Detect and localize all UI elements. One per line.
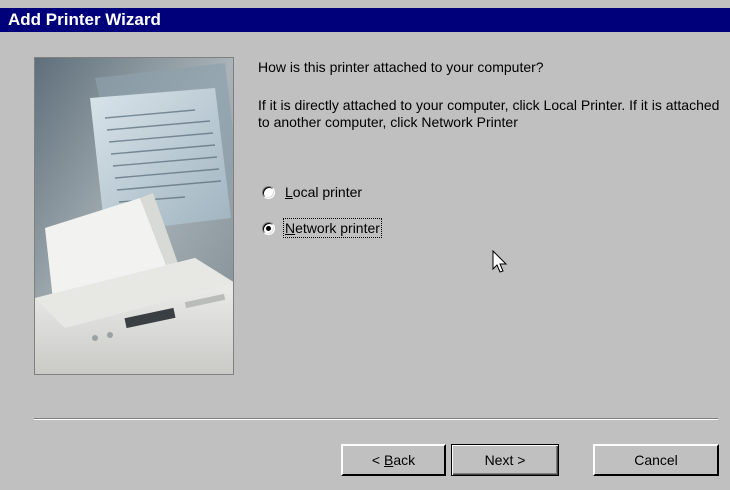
cancel-button[interactable]: Cancel <box>593 444 719 476</box>
network-printer-option[interactable]: Network printer <box>262 218 382 238</box>
printer-illustration <box>34 57 234 375</box>
back-button[interactable]: < Back <box>341 444 446 476</box>
network-printer-label[interactable]: Network printer <box>283 218 382 238</box>
attachment-description: If it is directly attached to your compu… <box>258 97 720 130</box>
network-printer-radio[interactable] <box>262 221 275 235</box>
local-printer-radio[interactable] <box>262 185 275 199</box>
local-printer-label[interactable]: Local printer <box>285 184 362 200</box>
title-bar[interactable]: Add Printer Wizard <box>0 8 730 32</box>
mouse-cursor-icon <box>492 249 508 279</box>
button-separator <box>34 418 718 420</box>
local-printer-option[interactable]: Local printer <box>262 184 362 200</box>
next-button[interactable]: Next > <box>451 444 559 476</box>
add-printer-wizard-window: Add Printer Wizard How is this printer a… <box>0 0 730 490</box>
attachment-question: How is this printer attached to your com… <box>258 59 544 75</box>
window-title: Add Printer Wizard <box>8 10 161 29</box>
radio-selected-dot <box>266 225 271 231</box>
